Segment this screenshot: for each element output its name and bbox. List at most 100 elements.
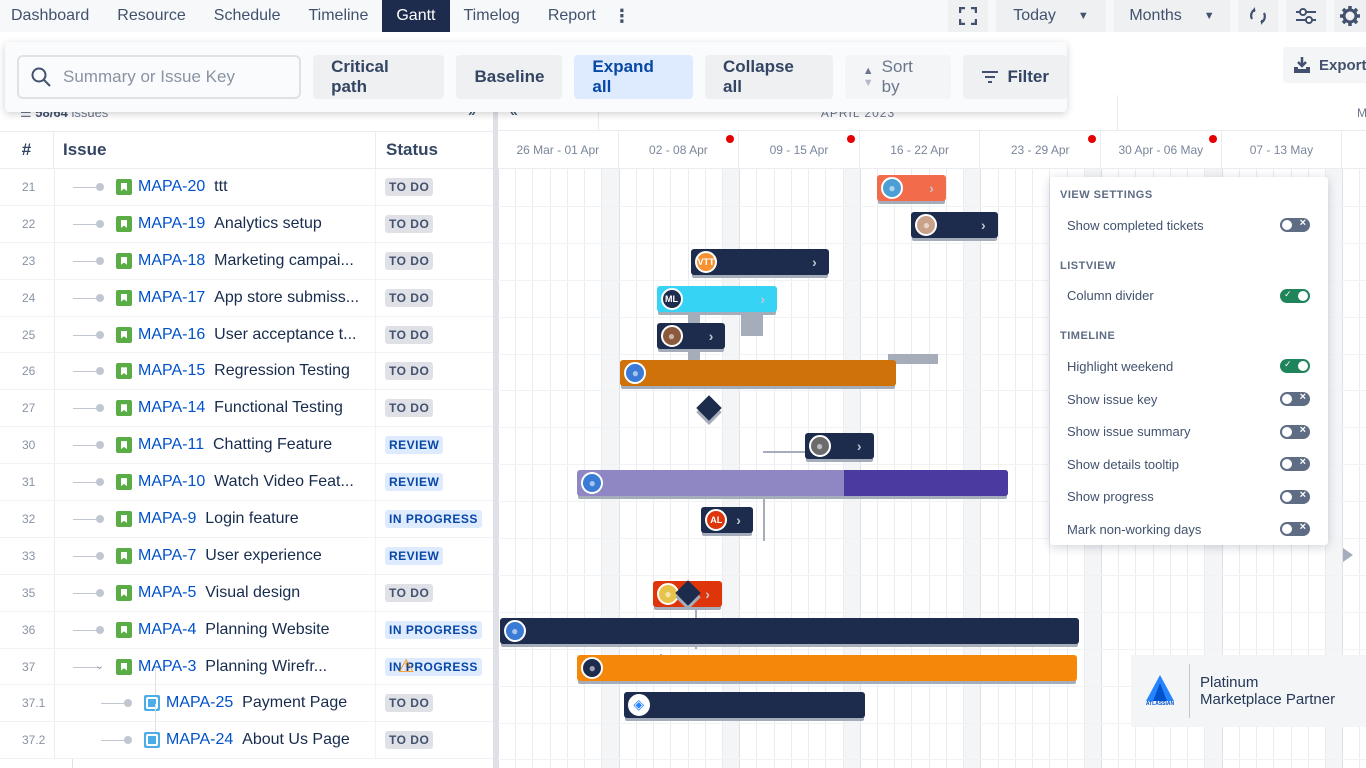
assignee-avatar[interactable]: ML bbox=[660, 287, 683, 310]
filter-button[interactable]: Filter bbox=[963, 55, 1067, 99]
export-button[interactable]: Export bbox=[1283, 47, 1366, 83]
issue-row[interactable]: 37 ⌄ MAPA-3 Planning Wirefr... ⚠ IN PROG… bbox=[0, 648, 493, 686]
issue-key[interactable]: MAPA-9 bbox=[138, 510, 196, 527]
event-marker-icon[interactable] bbox=[1087, 135, 1096, 143]
nav-tab-gantt[interactable]: Gantt bbox=[382, 0, 450, 32]
gantt-bar[interactable]: AL › bbox=[701, 507, 753, 534]
assignee-avatar[interactable]: ● bbox=[624, 361, 647, 384]
settings-button[interactable] bbox=[1334, 0, 1366, 32]
event-marker-icon[interactable] bbox=[846, 135, 855, 143]
issue-key-summary[interactable]: MAPA-15 Regression Testing bbox=[138, 362, 350, 380]
status-badge[interactable]: TO DO bbox=[385, 731, 434, 750]
view-options-button[interactable] bbox=[1286, 0, 1326, 32]
issue-key[interactable]: MAPA-10 bbox=[138, 473, 205, 490]
refresh-button[interactable] bbox=[1238, 0, 1278, 32]
chevron-right-icon[interactable]: › bbox=[705, 586, 710, 602]
issue-row[interactable]: 22 MAPA-19 Analytics setup TO DO bbox=[0, 205, 493, 243]
search-box[interactable] bbox=[17, 55, 302, 99]
more-menu-button[interactable]: ⋮ bbox=[610, 0, 634, 32]
gantt-bar[interactable]: ● bbox=[499, 617, 1079, 644]
gantt-bar[interactable]: ● › bbox=[911, 211, 998, 238]
issue-key[interactable]: MAPA-16 bbox=[138, 326, 205, 343]
header-status[interactable]: Status bbox=[376, 140, 438, 160]
chevron-right-icon[interactable]: › bbox=[857, 438, 862, 454]
toggle-switch[interactable] bbox=[1280, 217, 1310, 233]
critical-path-button[interactable]: Critical path bbox=[313, 55, 445, 99]
chevron-down-icon[interactable]: ⌄ bbox=[95, 659, 104, 672]
event-marker-icon[interactable] bbox=[726, 135, 735, 143]
status-badge[interactable]: TO DO bbox=[385, 325, 434, 344]
issue-key[interactable]: MAPA-3 bbox=[138, 658, 196, 675]
issue-key-summary[interactable]: MAPA-11 Chatting Feature bbox=[138, 436, 332, 454]
issue-key[interactable]: MAPA-5 bbox=[138, 584, 196, 601]
collapse-all-button[interactable]: Collapse all bbox=[705, 55, 833, 99]
chevron-right-icon[interactable]: › bbox=[736, 512, 741, 528]
toggle-switch[interactable] bbox=[1280, 391, 1310, 407]
assignee-avatar[interactable]: ● bbox=[808, 435, 831, 458]
issue-key[interactable]: MAPA-4 bbox=[138, 621, 196, 638]
toggle-switch[interactable] bbox=[1280, 456, 1310, 472]
gantt-bar[interactable]: ● bbox=[577, 654, 1077, 681]
milestone-diamond[interactable] bbox=[695, 395, 722, 422]
issue-key-summary[interactable]: MAPA-16 User acceptance t... bbox=[138, 326, 356, 344]
assignee-avatar[interactable]: ● bbox=[881, 177, 904, 199]
issue-key[interactable]: MAPA-25 bbox=[166, 694, 233, 711]
today-dropdown[interactable]: Today ▼ bbox=[996, 0, 1106, 32]
status-badge[interactable]: TO DO bbox=[385, 362, 434, 381]
issue-key-summary[interactable]: MAPA-14 Functional Testing bbox=[138, 399, 343, 417]
issue-row[interactable]: 32 MAPA-9 Login feature IN PROGRESS bbox=[0, 501, 493, 538]
status-badge[interactable]: TO DO bbox=[385, 288, 434, 307]
issue-row[interactable]: 37.1 MAPA-25 Payment Page TO DO bbox=[0, 667, 493, 723]
status-badge[interactable]: TO DO bbox=[385, 399, 434, 418]
status-badge[interactable]: REVIEW bbox=[385, 546, 444, 565]
gantt-bar[interactable]: ● › bbox=[804, 433, 874, 460]
issue-key[interactable]: MAPA-18 bbox=[138, 252, 205, 269]
expand-all-button[interactable]: Expand all bbox=[574, 55, 694, 99]
chevron-right-icon[interactable]: › bbox=[929, 180, 934, 196]
toggle-switch[interactable] bbox=[1280, 521, 1310, 537]
gantt-bar[interactable]: ◈ bbox=[623, 691, 865, 718]
issue-key-summary[interactable]: MAPA-24 About Us Page bbox=[166, 731, 350, 749]
issue-row[interactable]: 21 MAPA-20 ttt TO DO bbox=[0, 169, 493, 206]
assignee-avatar[interactable]: ● bbox=[915, 213, 938, 236]
issue-key[interactable]: MAPA-17 bbox=[138, 289, 205, 306]
assignee-avatar[interactable]: ● bbox=[581, 472, 604, 495]
issue-key-summary[interactable]: MAPA-20 ttt bbox=[138, 178, 228, 196]
status-badge[interactable]: TO DO bbox=[385, 694, 434, 713]
toggle-switch[interactable] bbox=[1280, 359, 1310, 374]
issue-key-summary[interactable]: MAPA-3 Planning Wirefr... bbox=[138, 658, 327, 676]
issue-key[interactable]: MAPA-19 bbox=[138, 215, 205, 232]
issue-key-summary[interactable]: MAPA-4 Planning Website bbox=[138, 621, 330, 639]
issue-row[interactable]: 27 MAPA-14 Functional Testing TO DO bbox=[0, 390, 493, 428]
issue-key[interactable]: MAPA-20 bbox=[138, 178, 205, 195]
issue-row[interactable]: 37.2 MAPA-24 About Us Page TO DO bbox=[0, 704, 493, 760]
status-badge[interactable]: TO DO bbox=[385, 214, 434, 233]
issue-row[interactable]: 25 MAPA-16 User acceptance t... TO DO bbox=[0, 316, 493, 354]
header-issue[interactable]: Issue bbox=[54, 132, 376, 168]
issue-key-summary[interactable]: MAPA-10 Watch Video Feat... bbox=[138, 473, 354, 491]
search-input[interactable] bbox=[63, 67, 283, 87]
issue-key[interactable]: MAPA-15 bbox=[138, 362, 205, 379]
issue-row[interactable]: 33 MAPA-7 User experience REVIEW bbox=[0, 537, 493, 575]
toggle-switch[interactable] bbox=[1280, 288, 1310, 303]
nav-tab-timelog[interactable]: Timelog bbox=[450, 0, 534, 32]
gantt-bar[interactable]: ● bbox=[620, 359, 896, 386]
toggle-switch[interactable] bbox=[1280, 489, 1310, 504]
issue-key-summary[interactable]: MAPA-5 Visual design bbox=[138, 584, 300, 602]
nav-tab-dashboard[interactable]: Dashboard bbox=[0, 0, 103, 32]
nav-tab-timeline[interactable]: Timeline bbox=[294, 0, 382, 32]
issue-row[interactable]: 26 MAPA-15 Regression Testing TO DO bbox=[0, 353, 493, 391]
chevron-right-icon[interactable]: › bbox=[812, 254, 817, 270]
issue-key[interactable]: MAPA-14 bbox=[138, 399, 205, 416]
assignee-avatar[interactable]: ● bbox=[581, 656, 604, 679]
issue-key-summary[interactable]: MAPA-7 User experience bbox=[138, 547, 322, 565]
gantt-bar[interactable]: ML › bbox=[656, 285, 778, 312]
issue-row[interactable]: 31 MAPA-10 Watch Video Feat... REVIEW bbox=[0, 464, 493, 502]
sort-by-button[interactable]: ▲ ▼ Sort by bbox=[844, 55, 952, 99]
issue-key-summary[interactable]: MAPA-17 App store submiss... bbox=[138, 289, 359, 307]
assignee-avatar[interactable]: ● bbox=[503, 619, 526, 642]
issue-row[interactable]: 35 MAPA-5 Visual design TO DO bbox=[0, 574, 493, 612]
issue-key[interactable]: MAPA-7 bbox=[138, 547, 196, 564]
issue-key-summary[interactable]: MAPA-9 Login feature bbox=[138, 510, 299, 528]
header-num[interactable]: # bbox=[0, 132, 54, 168]
